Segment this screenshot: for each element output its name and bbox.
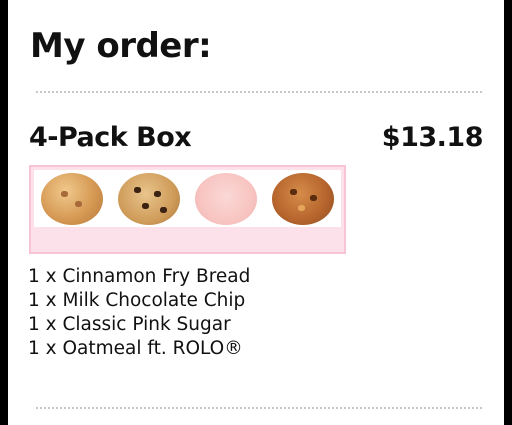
order-item-row: 4-Pack Box $13.18	[29, 122, 484, 162]
oatmeal-rolo-cookie-icon	[271, 172, 334, 225]
list-item: 1 x Oatmeal ft. ROLO®	[28, 338, 243, 359]
cinnamon-fry-bread-cookie-icon	[41, 172, 104, 225]
list-item: 1 x Cinnamon Fry Bread	[28, 266, 251, 287]
classic-pink-sugar-cookie-icon	[194, 172, 257, 225]
list-item: 1 x Classic Pink Sugar	[28, 314, 231, 335]
box-image	[29, 165, 346, 254]
order-panel: My order: 4-Pack Box $13.18 1 x Cinnamon…	[8, 0, 504, 425]
box-tray	[34, 170, 341, 227]
list-item: 1 x Milk Chocolate Chip	[28, 290, 246, 311]
divider	[36, 407, 482, 409]
item-price: $13.18	[381, 122, 484, 153]
divider	[36, 91, 482, 93]
item-name: 4-Pack Box	[29, 122, 192, 153]
order-title: My order:	[30, 26, 212, 66]
item-contents-list: 1 x Cinnamon Fry Bread 1 x Milk Chocolat…	[28, 265, 250, 361]
milk-chocolate-chip-cookie-icon	[118, 172, 181, 225]
